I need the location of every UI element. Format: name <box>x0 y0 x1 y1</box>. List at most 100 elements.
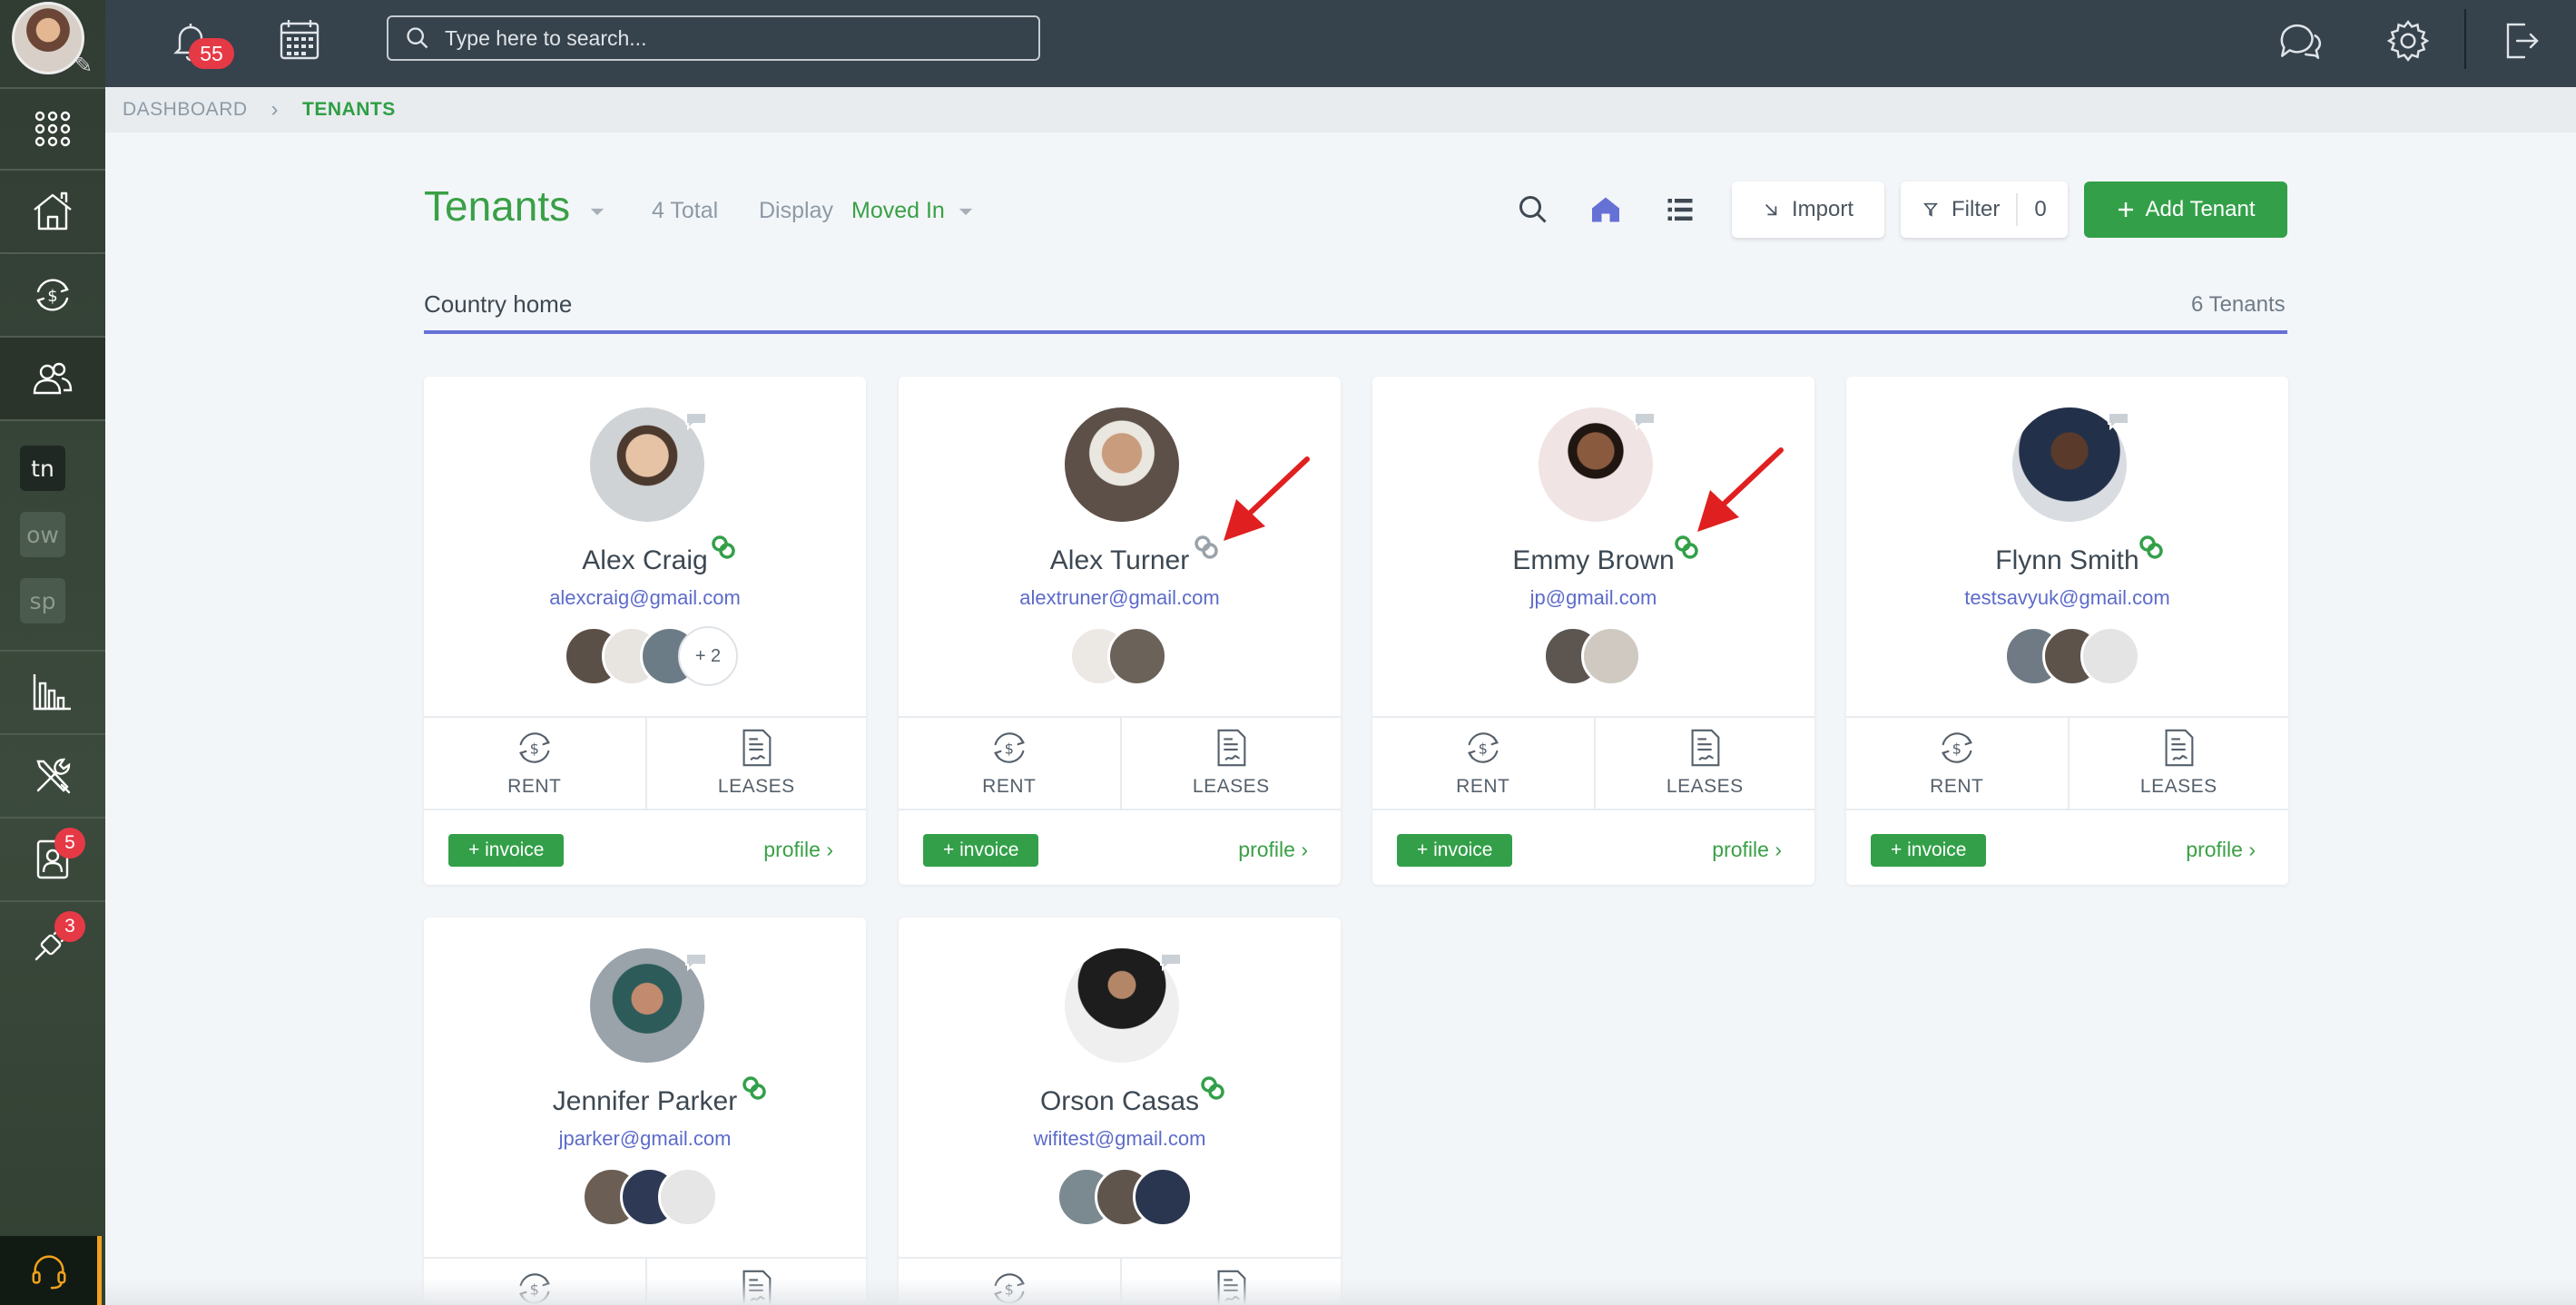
contact-avatar[interactable] <box>1107 626 1167 686</box>
leases-action[interactable]: LEASES <box>1119 718 1342 809</box>
filter-count: 0 <box>2016 193 2047 226</box>
sidebar-tag-sp[interactable]: sp <box>20 578 65 623</box>
message-bubble-icon[interactable] <box>683 409 710 431</box>
property-view-button[interactable] <box>1583 187 1628 232</box>
money-cycle-icon: $ <box>1467 732 1499 763</box>
rent-action[interactable]: $ RENT <box>899 718 1120 809</box>
profile-link[interactable]: profile › <box>2186 838 2256 862</box>
lease-document-icon <box>742 729 772 767</box>
search-box[interactable] <box>387 15 1040 61</box>
tenant-card[interactable]: Jennifer Parker jparker@gmail.com $ <box>424 917 866 1305</box>
contacts-badge: 5 <box>54 828 85 859</box>
chevron-down-icon[interactable] <box>958 207 974 217</box>
sidebar-item-integrations[interactable] <box>0 902 105 984</box>
search-icon <box>1519 196 1547 223</box>
search-input[interactable] <box>445 25 1008 51</box>
user-avatar[interactable] <box>12 2 84 74</box>
plus-icon <box>2118 202 2133 217</box>
bottom-fade <box>105 1278 2576 1305</box>
message-bubble-icon[interactable] <box>1631 409 1658 431</box>
add-invoice-button[interactable]: + invoice <box>1871 834 1987 867</box>
contact-avatar[interactable] <box>1581 626 1641 686</box>
settings-button[interactable] <box>2380 13 2436 69</box>
tenant-name[interactable]: Orson Casas <box>899 1086 1341 1117</box>
tenant-photo[interactable] <box>1065 407 1179 522</box>
filter-button[interactable]: Filter 0 <box>1901 182 2068 238</box>
sidebar-item-properties[interactable] <box>0 171 105 252</box>
support-button[interactable] <box>0 1236 102 1305</box>
total-count: 4 Total <box>652 198 719 223</box>
tenant-name[interactable]: Jennifer Parker <box>424 1086 866 1117</box>
logout-button[interactable] <box>2492 13 2549 69</box>
contact-avatar[interactable] <box>2080 626 2140 686</box>
sidebar-item-apps[interactable] <box>0 89 105 169</box>
list-view-button[interactable] <box>1657 187 1703 232</box>
portal-link-icon <box>2139 535 2163 559</box>
rent-action[interactable]: $ RENT <box>1846 718 2068 809</box>
add-invoice-button[interactable]: + invoice <box>1397 834 1513 867</box>
lease-contacts <box>2004 626 2140 686</box>
page-title[interactable]: Tenants <box>424 182 570 231</box>
chat-bubbles-icon <box>2280 24 2322 59</box>
tenant-email[interactable]: testsavyuk@gmail.com <box>1846 586 2288 610</box>
add-invoice-button[interactable]: + invoice <box>923 834 1039 867</box>
search-tenants-button[interactable] <box>1510 187 1556 232</box>
sidebar-tag-ow[interactable]: ow <box>20 512 65 557</box>
rent-action[interactable]: $ RENT <box>1372 718 1594 809</box>
tenant-email[interactable]: alextruner@gmail.com <box>899 586 1341 610</box>
money-cycle-icon: $ <box>1941 732 1972 763</box>
add-invoice-button[interactable]: + invoice <box>448 834 565 867</box>
profile-link[interactable]: profile › <box>1712 838 1782 862</box>
tenant-email[interactable]: jparker@gmail.com <box>424 1127 866 1151</box>
breadcrumb-dashboard[interactable]: DASHBOARD <box>123 99 248 121</box>
contact-avatar[interactable] <box>1133 1167 1193 1227</box>
annotation-arrow-icon <box>1224 456 1310 541</box>
leases-action[interactable]: LEASES <box>1593 718 1815 809</box>
headset-icon <box>32 1255 65 1290</box>
sidebar-item-reports[interactable] <box>0 652 105 733</box>
leases-action[interactable]: LEASES <box>2067 718 2289 809</box>
notification-count-badge: 55 <box>189 38 234 69</box>
tenant-email[interactable]: alexcraig@gmail.com <box>424 586 866 610</box>
pin-icon[interactable]: ✎ <box>74 53 93 79</box>
display-select[interactable]: Moved In <box>851 198 945 224</box>
money-cycle-icon: $ <box>518 732 550 763</box>
tenant-card[interactable]: Flynn Smith testsavyuk@gmail.com $ RENT … <box>1846 377 2288 885</box>
tenant-name[interactable]: Flynn Smith <box>1846 545 2288 576</box>
contact-avatar[interactable] <box>658 1167 718 1227</box>
tenant-email[interactable]: jp@gmail.com <box>1372 586 1814 610</box>
messages-button[interactable] <box>2271 13 2327 69</box>
sidebar-item-maintenance[interactable] <box>0 735 105 817</box>
import-button[interactable]: Import <box>1732 182 1884 238</box>
add-tenant-button[interactable]: Add Tenant <box>2084 182 2287 238</box>
tenant-name[interactable]: Alex Craig <box>424 545 866 576</box>
sidebar-item-contacts[interactable] <box>0 819 105 900</box>
leases-label: LEASES <box>1666 776 1744 797</box>
message-bubble-icon[interactable] <box>2105 409 2132 431</box>
calendar-icon <box>280 20 320 60</box>
title-caret-icon[interactable] <box>589 207 605 217</box>
tenant-email[interactable]: wifitest@gmail.com <box>899 1127 1341 1151</box>
card-actions: $ RENT LEASES <box>1372 716 1814 810</box>
calendar-button[interactable] <box>272 13 327 67</box>
profile-link[interactable]: profile › <box>763 838 833 862</box>
gear-icon <box>2386 20 2430 62</box>
tenant-card[interactable]: Alex Turner alextruner@gmail.com $ RENT … <box>899 377 1341 885</box>
leases-label: LEASES <box>717 776 795 797</box>
sidebar-divider <box>0 419 105 421</box>
tenant-name[interactable]: Emmy Brown <box>1372 545 1814 576</box>
sidebar-tag-tn[interactable]: tn <box>20 446 65 491</box>
message-bubble-icon[interactable] <box>1157 950 1185 972</box>
sidebar-item-tenants[interactable] <box>0 338 105 419</box>
rent-action[interactable]: $ RENT <box>424 718 645 809</box>
more-contacts-badge[interactable]: + 2 <box>678 626 738 686</box>
leases-label: LEASES <box>1192 776 1270 797</box>
message-bubble-icon[interactable] <box>683 950 710 972</box>
property-tenant-count: 6 Tenants <box>2191 292 2286 317</box>
lease-document-icon <box>1691 729 1720 767</box>
profile-link[interactable]: profile › <box>1238 838 1308 862</box>
tenant-card[interactable]: Orson Casas wifitest@gmail.com $ <box>899 917 1341 1305</box>
leases-action[interactable]: LEASES <box>644 718 867 809</box>
tenant-card[interactable]: Alex Craig alexcraig@gmail.com + 2 $ REN… <box>424 377 866 885</box>
sidebar-item-payments[interactable]: $ <box>0 254 105 336</box>
